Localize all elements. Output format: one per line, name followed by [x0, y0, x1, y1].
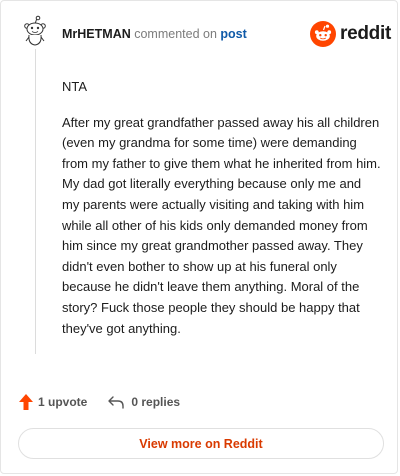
post-link[interactable]: post — [220, 27, 246, 41]
comment-paragraph: After my great grandfather passed away h… — [62, 114, 381, 336]
replies-button[interactable]: 0 replies — [107, 395, 180, 409]
upvote-button[interactable]: 1 upvote — [18, 393, 87, 411]
reddit-wordmark: reddit — [340, 23, 391, 44]
user-avatar-icon[interactable] — [18, 15, 50, 47]
reddit-logo-icon — [310, 21, 336, 47]
comment-paragraph: NTA — [62, 79, 88, 94]
commented-on-text: commented on — [134, 27, 217, 41]
reddit-logo[interactable]: reddit — [310, 21, 391, 47]
upvote-arrow-icon — [19, 394, 33, 410]
view-more-button[interactable]: View more on Reddit — [18, 428, 384, 459]
comment-body: NTA After my great grandfather passed aw… — [62, 77, 382, 339]
comment-header: MrHETMAN commented on post — [62, 27, 247, 41]
replies-count: 0 replies — [131, 395, 181, 409]
embedded-comment-card: MrHETMAN commented on post reddit NTA Af… — [0, 0, 398, 474]
thread-line — [35, 49, 36, 354]
reply-arrow-icon — [108, 396, 125, 409]
username-link[interactable]: MrHETMAN — [62, 27, 131, 41]
upvote-count: 1 upvote — [38, 395, 88, 409]
comment-actions: 1 upvote 0 replies — [18, 393, 180, 411]
